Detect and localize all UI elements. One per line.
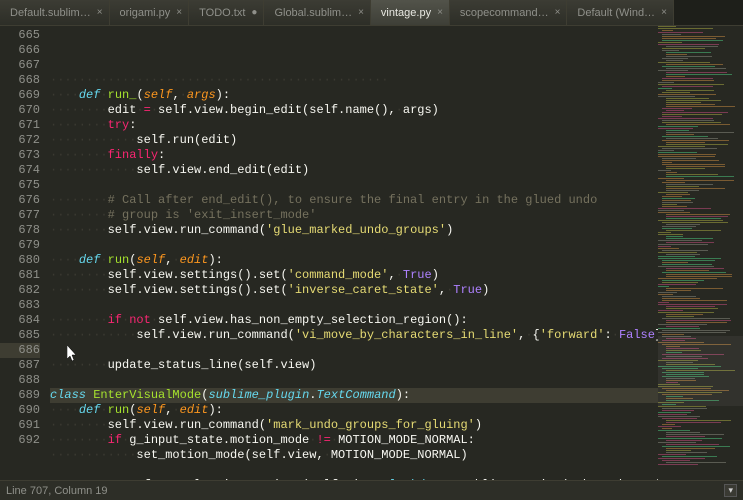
line-number: 679 xyxy=(0,238,40,253)
code-line[interactable] xyxy=(50,178,658,193)
tab-close-icon[interactable]: × xyxy=(661,8,667,18)
tab[interactable]: origami.py × xyxy=(110,0,190,25)
line-number: 690 xyxy=(0,403,40,418)
tab-label: Global.sublim… xyxy=(274,7,352,19)
cursor-position-status: Line 707, Column 19 xyxy=(6,485,108,497)
tab-label: vintage.py xyxy=(381,7,431,19)
code-line[interactable]: ············self.view.end_edit(edit) xyxy=(50,163,658,178)
line-number: 677 xyxy=(0,208,40,223)
line-number: 686 xyxy=(0,343,40,358)
code-line[interactable]: ····def·run(self,·edit): xyxy=(50,403,658,418)
code-line[interactable]: ········································… xyxy=(50,73,658,88)
mouse-cursor-icon xyxy=(67,345,79,363)
code-line[interactable]: ········try: xyxy=(50,118,658,133)
code-line[interactable]: ········finally: xyxy=(50,148,658,163)
line-number: 673 xyxy=(0,148,40,163)
tab-close-icon[interactable]: × xyxy=(437,8,443,18)
tab[interactable]: TODO.txt ● xyxy=(189,0,264,25)
tab-close-icon[interactable]: × xyxy=(358,8,364,18)
line-number: 671 xyxy=(0,118,40,133)
line-number: 674 xyxy=(0,163,40,178)
code-line[interactable] xyxy=(50,298,658,313)
code-line[interactable]: ········# Call after end_edit(), to ensu… xyxy=(50,193,658,208)
tab-close-icon[interactable]: × xyxy=(555,8,561,18)
minimap[interactable] xyxy=(658,26,743,480)
line-number: 672 xyxy=(0,133,40,148)
code-line[interactable]: ········self.view.run_command('mark_undo… xyxy=(50,418,658,433)
line-number: 691 xyxy=(0,418,40,433)
code-line[interactable]: ····def·run(self,·edit): xyxy=(50,253,658,268)
tab-label: Default (Wind… xyxy=(577,7,655,19)
tab-label: Default.sublim… xyxy=(10,7,91,19)
line-number: 666 xyxy=(0,43,40,58)
line-number: 667 xyxy=(0,58,40,73)
status-dropdown-indicator[interactable]: ▾ xyxy=(724,484,737,497)
code-line[interactable] xyxy=(50,343,658,358)
line-number: 682 xyxy=(0,283,40,298)
line-number: 678 xyxy=(0,223,40,238)
code-line[interactable]: ············set_motion_mode(self.view,·M… xyxy=(50,448,658,463)
line-number: 670 xyxy=(0,103,40,118)
line-number: 668 xyxy=(0,73,40,88)
tab[interactable]: Global.sublim… × xyxy=(264,0,370,25)
line-number: 675 xyxy=(0,178,40,193)
tab-dirty-indicator[interactable]: ● xyxy=(251,8,257,18)
line-number: 689 xyxy=(0,388,40,403)
minimap-viewport[interactable] xyxy=(658,336,743,406)
code-line[interactable]: ········self.view.settings().set('invers… xyxy=(50,283,658,298)
status-bar: Line 707, Column 19 ▾ xyxy=(0,480,743,500)
code-content[interactable]: ········································… xyxy=(50,26,658,480)
code-line[interactable]: ········if·g_input_state.motion_mode·!=·… xyxy=(50,433,658,448)
code-line[interactable]: ········self.view.run_command('glue_mark… xyxy=(50,223,658,238)
tab[interactable]: scopecommand… × xyxy=(450,0,568,25)
line-number-gutter: 6656666676686696706716726736746756766776… xyxy=(0,26,50,480)
code-line[interactable]: ········transform_selection_regions(self… xyxy=(50,478,658,480)
tab-label: TODO.txt xyxy=(199,7,245,19)
code-line[interactable] xyxy=(50,463,658,478)
tab[interactable]: Default (Wind… × xyxy=(567,0,673,25)
line-number: 665 xyxy=(0,28,40,43)
editor-area: 6656666676686696706716726736746756766776… xyxy=(0,26,743,480)
tab[interactable]: vintage.py × xyxy=(371,0,450,25)
line-number: 684 xyxy=(0,313,40,328)
tab-close-icon[interactable]: × xyxy=(97,8,103,18)
line-number: 688 xyxy=(0,373,40,388)
code-line[interactable]: ····def·run_(self,·args): xyxy=(50,88,658,103)
line-number: 687 xyxy=(0,358,40,373)
code-line[interactable] xyxy=(50,238,658,253)
line-number: 683 xyxy=(0,298,40,313)
code-line[interactable]: ········update_status_line(self.view) xyxy=(50,358,658,373)
line-number: 685 xyxy=(0,328,40,343)
code-line[interactable]: ········edit·=·self.view.begin_edit(self… xyxy=(50,103,658,118)
line-number: 676 xyxy=(0,193,40,208)
code-line[interactable]: ············self.run(edit) xyxy=(50,133,658,148)
code-line[interactable]: ············self.view.run_command('vi_mo… xyxy=(50,328,658,343)
line-number: 681 xyxy=(0,268,40,283)
tab-close-icon[interactable]: × xyxy=(176,8,182,18)
line-number: 692 xyxy=(0,433,40,448)
code-line[interactable]: ········# group is 'exit_insert_mode' xyxy=(50,208,658,223)
code-line[interactable]: ········if·not·self.view.has_non_empty_s… xyxy=(50,313,658,328)
line-number: 669 xyxy=(0,88,40,103)
tab-label: origami.py xyxy=(120,7,171,19)
code-line[interactable]: ········self.view.settings().set('comman… xyxy=(50,268,658,283)
code-line[interactable] xyxy=(50,373,658,388)
code-line[interactable]: class·EnterVisualMode(sublime_plugin.Tex… xyxy=(50,388,658,403)
tab-label: scopecommand… xyxy=(460,7,549,19)
tab[interactable]: Default.sublim… × xyxy=(0,0,110,25)
line-number: 680 xyxy=(0,253,40,268)
tab-bar: Default.sublim… × origami.py × TODO.txt ● Glob… xyxy=(0,0,743,26)
